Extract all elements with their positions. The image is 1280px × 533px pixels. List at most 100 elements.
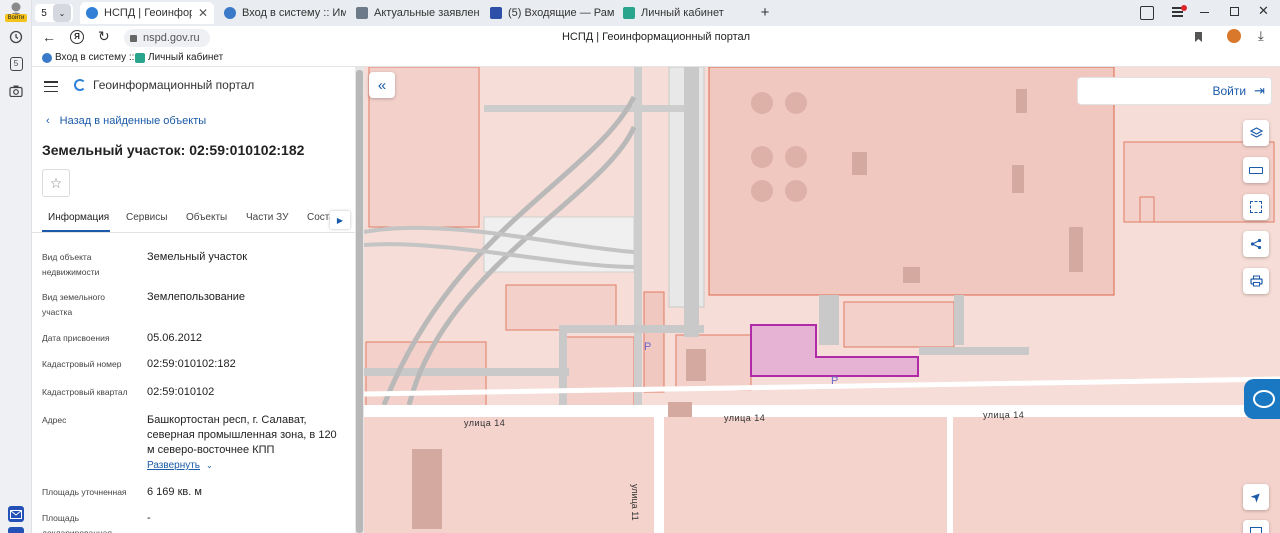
parking-label-1: P xyxy=(644,341,652,353)
history-icon[interactable] xyxy=(7,28,25,46)
login-bar[interactable]: Войти ⇥ xyxy=(1077,77,1272,105)
field-value-declared-area: - xyxy=(147,512,151,524)
extension-icon[interactable] xyxy=(1227,29,1241,43)
tabs-counter-badge: 5 xyxy=(9,57,23,71)
star-icon: ☆ xyxy=(49,174,63,191)
nspd-favicon-icon xyxy=(86,7,98,19)
document-favicon-icon xyxy=(356,7,368,19)
scrollbar-thumb[interactable] xyxy=(356,70,363,533)
support-chat-button[interactable] xyxy=(1244,379,1280,419)
shield-favicon-icon xyxy=(623,7,635,19)
url-text: nspd.gov.ru xyxy=(143,32,200,44)
layers-button[interactable] xyxy=(1243,120,1269,146)
parking-label-2: P xyxy=(831,375,839,387)
address-bar: ← Я ↻ nspd.gov.ru НСПД | Геоинформационн… xyxy=(32,26,1280,50)
back-to-results-link[interactable]: ‹ Назад в найденные объекты xyxy=(46,115,206,127)
field-label-cadastral-number: Кадастровый номер xyxy=(42,359,122,369)
ruler-button[interactable] xyxy=(1243,157,1269,183)
chevron-down-icon: ⌄ xyxy=(53,4,71,22)
url-field[interactable]: nspd.gov.ru xyxy=(124,29,210,47)
browser-sidebar: Войти 5 xyxy=(0,0,32,533)
close-tab-icon[interactable]: ✕ xyxy=(192,6,214,20)
tab-rambler-mail[interactable]: (5) Входящие — Рамблер xyxy=(484,2,614,24)
tab-applications[interactable]: Актуальные заявления xyxy=(350,2,480,24)
field-label-declared-area: Площадь декларированная xyxy=(42,513,112,533)
back-link-label: Назад в найденные объекты xyxy=(59,115,207,127)
download-icon[interactable]: ⤓ xyxy=(1258,28,1264,44)
bookmark-label: Личный кабинет xyxy=(148,52,224,63)
screenshot-icon[interactable] xyxy=(7,82,25,100)
bookmark-personal-account[interactable]: Личный кабинет xyxy=(135,52,223,63)
yandex-icon[interactable]: Я xyxy=(70,30,84,44)
bookmark-label: Вход в систему :: xyxy=(55,52,135,63)
mail-icon[interactable] xyxy=(8,506,24,522)
login-label: Войти xyxy=(1212,84,1247,98)
tabs-scroll-right-button[interactable]: ▶ xyxy=(330,211,350,229)
tabs-counter-button[interactable]: 5 xyxy=(7,55,25,73)
back-arrow-icon[interactable]: ← xyxy=(42,29,56,45)
object-info-panel: Геоинформационный портал ‹ Назад в найде… xyxy=(32,67,355,533)
expand-link-label: Развернуть xyxy=(147,460,201,471)
profile-label: Войти xyxy=(5,14,27,22)
cadastral-map[interactable] xyxy=(364,67,1280,533)
lock-icon xyxy=(130,34,137,42)
globe-favicon-icon xyxy=(42,52,52,63)
info-tabs: Информация Сервисы Объекты Части ЗУ Сост… xyxy=(32,207,355,233)
chevron-down-icon: ⌄ xyxy=(206,461,213,470)
double-chevron-left-icon: « xyxy=(377,76,387,94)
notification-dot-icon xyxy=(1181,5,1187,11)
tab-title: НСПД | Геоинформацио xyxy=(104,7,192,19)
field-value-assign-date: 05.06.2012 xyxy=(147,332,203,344)
expand-address-link[interactable]: Развернуть ⌄ xyxy=(147,460,213,471)
chevron-left-icon: ‹ xyxy=(46,115,50,127)
tab-counter-value: 5 xyxy=(41,7,47,19)
favorite-button[interactable]: ☆ xyxy=(42,169,70,197)
tab-active-underline xyxy=(42,230,110,232)
chat-icon xyxy=(1253,390,1275,408)
tab-login-property[interactable]: Вход в систему :: Имущес xyxy=(218,2,346,24)
globe-favicon-icon xyxy=(224,7,236,19)
tab-nspd[interactable]: НСПД | Геоинформацио ✕ xyxy=(80,2,214,24)
map-canvas[interactable]: улица 14 улица 14 улица 14 улица 11 P P … xyxy=(364,67,1280,533)
hamburger-menu-icon[interactable] xyxy=(44,81,58,93)
tab-information[interactable]: Информация xyxy=(48,212,109,223)
reload-icon[interactable]: ↻ xyxy=(98,28,110,45)
field-value-address: Башкортостан респ, г. Салават, северная … xyxy=(147,414,337,456)
share-button[interactable] xyxy=(1243,231,1269,257)
profile-button[interactable]: Войти xyxy=(5,1,27,23)
restore-icon[interactable] xyxy=(1230,7,1239,16)
tab-personal-account[interactable]: Личный кабинет xyxy=(617,2,747,24)
field-value-cadastral-number: 02:59:010102:182 xyxy=(147,358,236,370)
printer-icon xyxy=(1249,275,1263,287)
print-button[interactable] xyxy=(1243,268,1269,294)
close-window-icon[interactable]: ✕ xyxy=(1258,3,1269,19)
area-select-button[interactable] xyxy=(1243,194,1269,220)
tab-counter-button[interactable]: 5 ⌄ xyxy=(35,4,73,22)
tool-icon xyxy=(1250,527,1262,533)
bookmark-icon[interactable] xyxy=(1195,32,1202,42)
tab-parts[interactable]: Части ЗУ xyxy=(246,212,288,223)
field-value-object-type: Земельный участок xyxy=(147,251,248,263)
minimize-icon[interactable] xyxy=(1200,12,1209,14)
shield-favicon-icon xyxy=(135,52,145,63)
page-title: НСПД | Геоинформационный портал xyxy=(561,31,751,43)
tab-objects[interactable]: Объекты xyxy=(186,212,227,223)
login-arrow-icon: ⇥ xyxy=(1254,83,1265,98)
collections-icon[interactable] xyxy=(1140,6,1154,20)
collapse-panel-button[interactable]: « xyxy=(369,72,395,98)
panel-scrollbar[interactable] xyxy=(355,67,364,533)
mail-favicon-icon xyxy=(490,7,502,19)
geolocation-button[interactable]: ➤ xyxy=(1243,484,1269,510)
ruler-icon xyxy=(1249,166,1263,174)
mail-secondary-icon[interactable] xyxy=(8,527,24,533)
new-tab-button[interactable]: + xyxy=(756,4,774,22)
tab-title: Актуальные заявления xyxy=(374,7,480,19)
menu-icon[interactable] xyxy=(1172,5,1188,19)
bookmark-login[interactable]: Вход в систему :: xyxy=(42,52,134,63)
field-label-area: Площадь уточненная xyxy=(42,487,127,497)
more-tools-button[interactable] xyxy=(1243,520,1269,533)
portal-logo-icon xyxy=(74,79,86,91)
tab-services[interactable]: Сервисы xyxy=(126,212,167,223)
object-heading: Земельный участок: 02:59:010102:182 xyxy=(42,142,305,158)
tab-title: (5) Входящие — Рамблер xyxy=(508,7,614,19)
